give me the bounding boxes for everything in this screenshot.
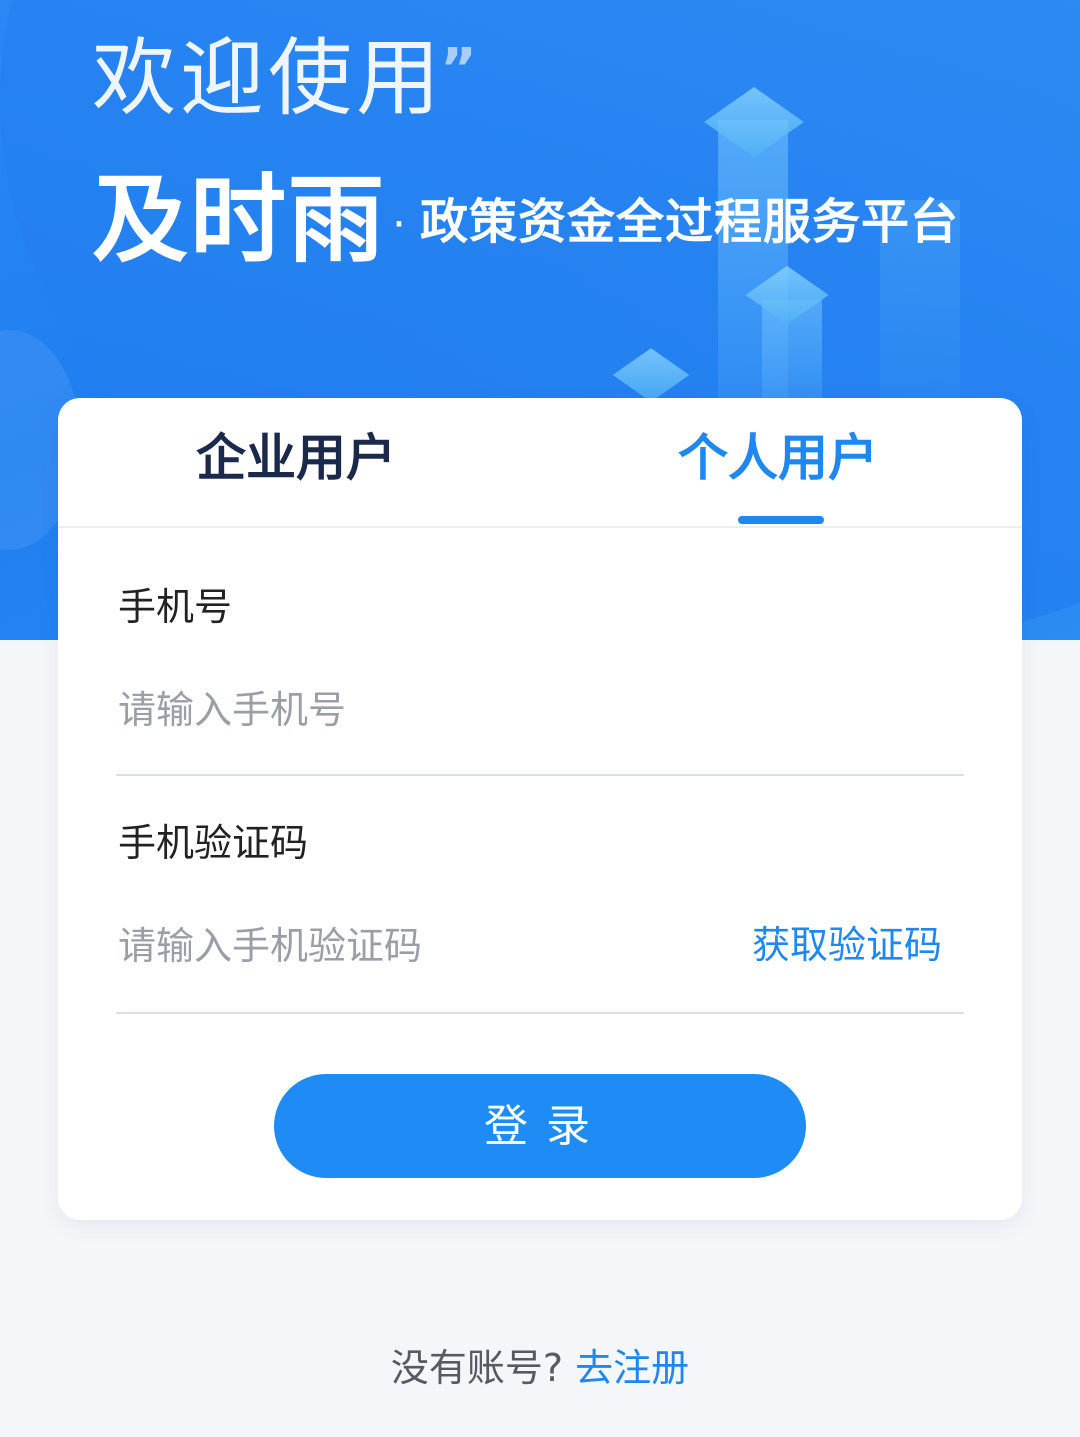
tab-company-user[interactable]: 企业用户 — [196, 428, 396, 488]
user-type-tabs: 企业用户 个人用户 — [58, 398, 1022, 528]
phone-divider — [116, 774, 964, 776]
tab-personal-user[interactable]: 个人用户 — [678, 428, 878, 488]
verification-code-input[interactable] — [118, 916, 718, 976]
get-code-button[interactable]: 获取验证码 — [752, 922, 942, 968]
welcome-text: 欢迎使用 — [92, 29, 445, 127]
brand-name: 及时雨 — [92, 164, 386, 276]
active-tab-indicator — [738, 516, 824, 524]
quote-mark-icon: ” — [440, 37, 477, 102]
register-link[interactable]: 去注册 — [575, 1346, 689, 1390]
phone-input[interactable] — [118, 680, 964, 740]
code-divider — [116, 1012, 964, 1014]
register-row: 没有账号? 去注册 — [0, 1340, 1080, 1396]
login-page: 欢迎使用 ” 及时雨 · 政策资金全过程服务平台 企业用户 个人用户 手机号 手… — [0, 0, 1080, 1437]
phone-label: 手机号 — [118, 585, 233, 629]
login-button[interactable]: 登录 — [274, 1074, 806, 1178]
code-label: 手机验证码 — [118, 821, 309, 865]
login-card: 企业用户 个人用户 手机号 手机验证码 获取验证码 登录 — [58, 398, 1022, 1220]
brand-separator: · — [392, 199, 406, 250]
no-account-text: 没有账号? — [390, 1346, 564, 1390]
platform-subtitle: 政策资金全过程服务平台 — [420, 194, 960, 250]
